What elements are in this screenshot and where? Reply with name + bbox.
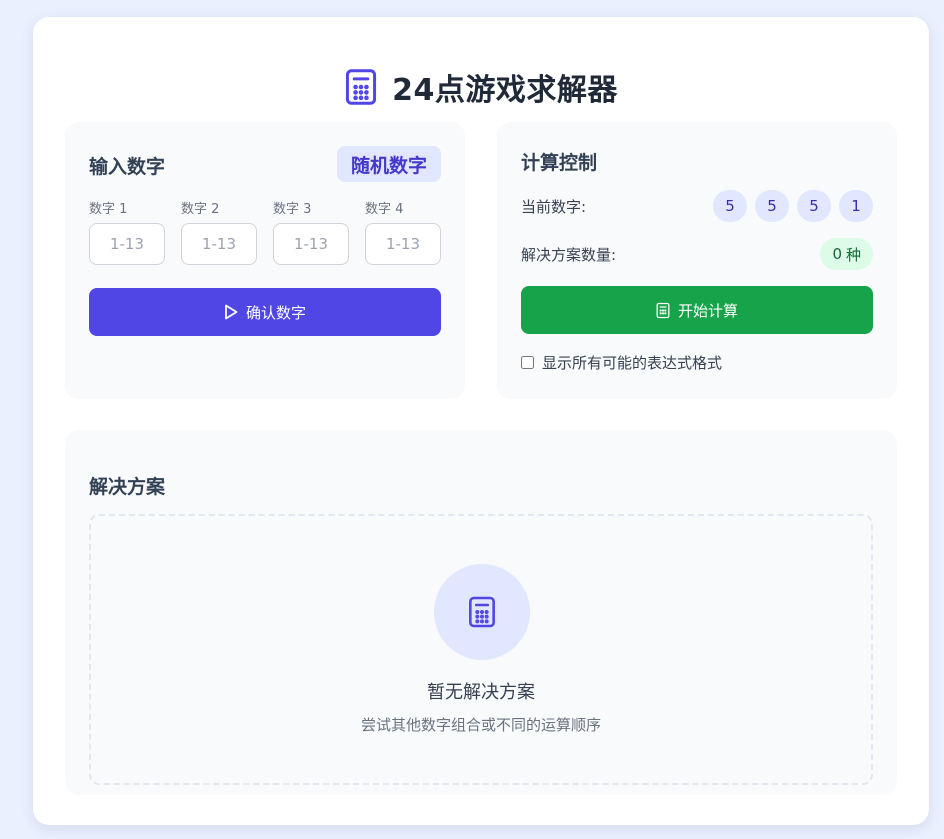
page-header: 24点游戏求解器	[33, 65, 929, 109]
number-field-3: 数字 3	[273, 198, 349, 265]
current-numbers-label: 当前数字:	[521, 198, 587, 216]
number-label-1: 数字 1	[89, 202, 128, 217]
input-panel-title: 输入数字	[89, 156, 166, 178]
number-input-3[interactable]	[273, 223, 349, 265]
number-chip: 1	[839, 190, 873, 222]
control-panel-title: 计算控制	[521, 152, 598, 174]
number-chip: 5	[755, 190, 789, 222]
number-chip: 5	[797, 190, 831, 222]
solutions-count-unit: 种	[845, 245, 861, 264]
calculator-icon	[469, 596, 495, 628]
page-title: 24点游戏求解器	[392, 73, 618, 108]
number-field-1: 数字 1	[89, 198, 165, 265]
number-field-4: 数字 4	[365, 198, 441, 265]
number-input-2[interactable]	[181, 223, 257, 265]
play-icon	[225, 304, 238, 320]
random-numbers-button[interactable]: 随机数字	[337, 146, 441, 182]
control-panel: 计算控制 当前数字: 5 5 5 1 解决方案数量: 0 种 开始计算 显示所有…	[497, 122, 897, 399]
number-chip: 5	[713, 190, 747, 222]
empty-state-icon-circle	[434, 564, 530, 660]
calculator-icon	[346, 69, 377, 105]
calculator-icon	[656, 302, 670, 318]
number-field-2: 数字 2	[181, 198, 257, 265]
solutions-count-label: 解决方案数量:	[521, 246, 617, 264]
number-input-1[interactable]	[89, 223, 165, 265]
solutions-panel-title: 解决方案	[89, 476, 166, 498]
empty-state-title: 暂无解决方案	[427, 682, 535, 703]
input-panel: 输入数字 随机数字 数字 1 数字 2 数字 3 数字 4 确认数字	[65, 122, 465, 399]
solutions-count-badge: 0 种	[820, 238, 873, 270]
confirm-numbers-label: 确认数字	[245, 303, 306, 322]
confirm-numbers-button[interactable]: 确认数字	[89, 288, 441, 336]
start-calculation-label: 开始计算	[677, 301, 738, 320]
solutions-count-value: 0	[832, 245, 842, 263]
show-all-formats-checkbox[interactable]	[521, 356, 534, 369]
empty-state: 暂无解决方案 尝试其他数字组合或不同的运算顺序	[89, 514, 873, 785]
current-numbers: 5 5 5 1	[713, 190, 873, 222]
start-calculation-button[interactable]: 开始计算	[521, 286, 873, 334]
main-card: 24点游戏求解器 输入数字 随机数字 数字 1 数字 2 数字 3 数字 4 确…	[33, 17, 929, 825]
number-label-4: 数字 4	[365, 202, 404, 217]
number-label-3: 数字 3	[273, 202, 312, 217]
solutions-panel: 解决方案 暂无解决方案 尝试其他数字组合或不同的运算顺序	[65, 430, 897, 795]
number-input-4[interactable]	[365, 223, 441, 265]
empty-state-subtitle: 尝试其他数字组合或不同的运算顺序	[360, 716, 601, 734]
show-all-formats-label: 显示所有可能的表达式格式	[542, 354, 723, 372]
number-label-2: 数字 2	[181, 202, 220, 217]
show-all-formats-option[interactable]: 显示所有可能的表达式格式	[521, 352, 722, 373]
